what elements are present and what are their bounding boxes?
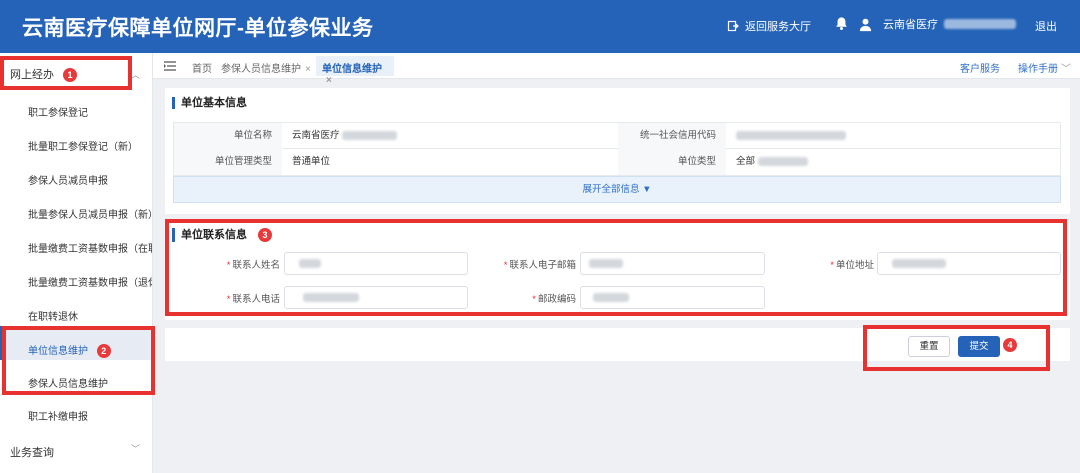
expand-all-button[interactable]: 展开全部信息 ▼ (173, 176, 1061, 203)
app-title: 云南医疗保障单位网厅-单位参保业务 (22, 17, 374, 40)
menu-collapse-icon[interactable] (164, 61, 176, 71)
info-row: 单位名称 云南省医疗 统一社会信用代码 (174, 123, 1060, 149)
basic-info-title: 单位基本信息 (172, 97, 247, 109)
basic-info-table: 单位名称 云南省医疗 统一社会信用代码 单位管理类型 普通单位 单位类型 全部 (173, 122, 1061, 176)
tab-unit-info-label: 单位信息维护 (322, 64, 382, 75)
sidebar-item-retirement-transfer[interactable]: 在职转退休 (28, 308, 152, 323)
redacted-user-name (944, 19, 1016, 29)
tab-insured-info[interactable]: 参保人员信息维护 × (221, 60, 311, 75)
back-to-hall-link[interactable]: 返回服务大厅 (727, 18, 811, 34)
unit-name-value: 云南省医疗 (292, 123, 612, 149)
bell-icon (836, 17, 847, 30)
credit-code-value (736, 123, 1056, 149)
manual-label: 操作手册 (1018, 64, 1058, 75)
unit-type-value: 全部 (736, 149, 1056, 175)
mgmt-type-value: 普通单位 (292, 156, 331, 167)
sidebar-group-business-query[interactable]: 业务查询 (10, 444, 54, 460)
info-row: 单位管理类型 普通单位 单位类型 全部 (174, 149, 1060, 175)
sidebar-item-reduction[interactable]: 参保人员减员申报 (28, 172, 152, 187)
sidebar-item-batch-wage-active[interactable]: 批量缴费工资基数申报（在职 (28, 240, 152, 255)
unit-name-label: 单位名称 (174, 123, 282, 149)
exit-door-icon (727, 20, 739, 32)
notification-button[interactable] (834, 16, 849, 31)
manual-dropdown[interactable]: 操作手册 ﹀ (1018, 60, 1071, 75)
highlight-box-2 (2, 326, 155, 395)
close-icon[interactable]: × (305, 64, 311, 75)
sidebar-item-batch-registration[interactable]: 批量职工参保登记（新） (28, 138, 152, 153)
top-header: 云南医疗保障单位网厅-单位参保业务 返回服务大厅 云南省医疗 退出 (0, 0, 1080, 53)
highlight-box-4 (863, 325, 1050, 371)
sidebar-item-batch-reduction[interactable]: 批量参保人员减员申报（新） (28, 206, 152, 221)
highlight-box-3 (165, 219, 1067, 316)
unit-name-text: 云南省医疗 (292, 130, 340, 141)
logout-label: 退出 (1035, 21, 1057, 33)
credit-code-label: 统一社会信用代码 (618, 123, 726, 149)
logout-button[interactable]: 退出 (1035, 18, 1057, 34)
user-icon (859, 18, 872, 31)
unit-type-label: 单位类型 (618, 149, 726, 175)
chevron-down-icon: ﹀ (131, 444, 141, 454)
mgmt-type-label: 单位管理类型 (174, 149, 282, 175)
sidebar-item-employee-registration[interactable]: 职工参保登记 (28, 104, 152, 119)
highlight-box-1 (0, 56, 132, 90)
tab-insured-info-label: 参保人员信息维护 (221, 64, 301, 75)
close-icon[interactable]: × (326, 75, 332, 86)
sidebar-item-back-payment[interactable]: 职工补缴申报 (28, 408, 152, 423)
sidebar: 网上经办 1 ︿ 职工参保登记 批量职工参保登记（新） 参保人员减员申报 批量参… (0, 53, 153, 473)
chevron-down-icon: ﹀ (1061, 64, 1071, 75)
redacted-unit-type (757, 156, 808, 166)
back-to-hall-label: 返回服务大厅 (745, 21, 811, 33)
unit-type-text: 全部 (736, 156, 756, 167)
user-name: 云南省医疗 (883, 19, 938, 31)
redacted-unit-name (342, 130, 398, 140)
chevron-up-icon: ︿ (131, 70, 141, 80)
tab-unit-info[interactable]: 单位信息维护× (316, 56, 394, 86)
user-menu[interactable]: 云南省医疗 (858, 16, 1016, 32)
tab-bar: 首页 参保人员信息维护 × 单位信息维护× 客户服务 操作手册 ﹀ (153, 53, 1080, 86)
customer-service-link[interactable]: 客户服务 (960, 60, 1000, 75)
tab-home[interactable]: 首页 (192, 60, 212, 75)
sidebar-item-batch-wage-retired[interactable]: 批量缴费工资基数申报（退休 (28, 274, 152, 289)
redacted-credit-code (736, 130, 846, 140)
